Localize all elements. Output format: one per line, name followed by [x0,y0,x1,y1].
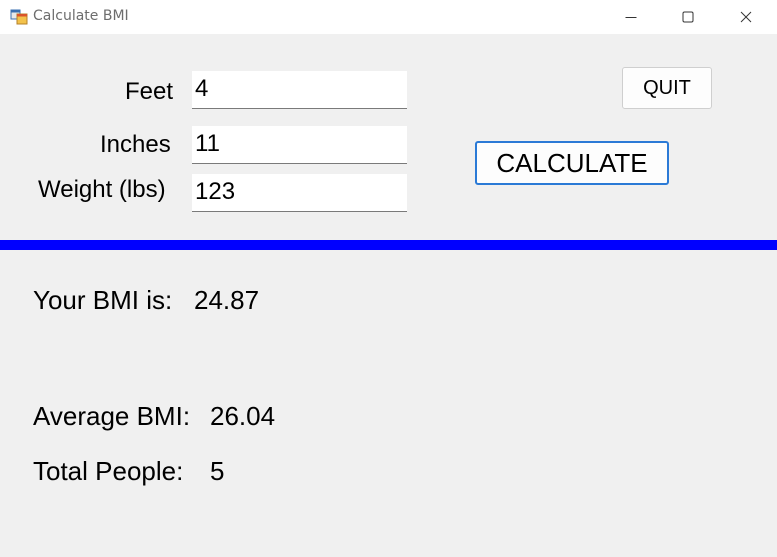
weight-label: Weight (lbs) [38,176,166,203]
title-bar[interactable]: Calculate BMI [0,0,777,34]
divider-bar [0,240,777,250]
close-icon [740,11,752,23]
quit-button[interactable]: QUIT [622,67,712,109]
average-bmi-label: Average BMI: [33,401,191,431]
bmi-window: Calculate BMI Feet 4 Inches 11 Weight (l… [0,0,777,557]
bmi-result-value: 24.87 [194,285,260,315]
inches-input[interactable]: 11 [192,126,407,164]
average-bmi-value: 26.04 [210,401,276,431]
feet-label: Feet [125,78,174,105]
window-title: Calculate BMI [33,8,129,24]
close-button[interactable] [717,0,775,34]
total-people-label: Total People: [33,456,184,486]
minimize-button[interactable] [602,0,660,34]
bmi-result-label: Your BMI is: [33,285,173,315]
maximize-icon [682,11,694,23]
feet-input[interactable]: 4 [192,71,407,109]
minimize-icon [625,11,637,23]
maximize-button[interactable] [659,0,717,34]
weight-input[interactable]: 123 [192,174,407,212]
inches-label: Inches [100,131,171,158]
total-people-value: 5 [210,456,225,486]
calculate-button[interactable]: CALCULATE [475,141,669,185]
app-form-icon [10,7,28,25]
